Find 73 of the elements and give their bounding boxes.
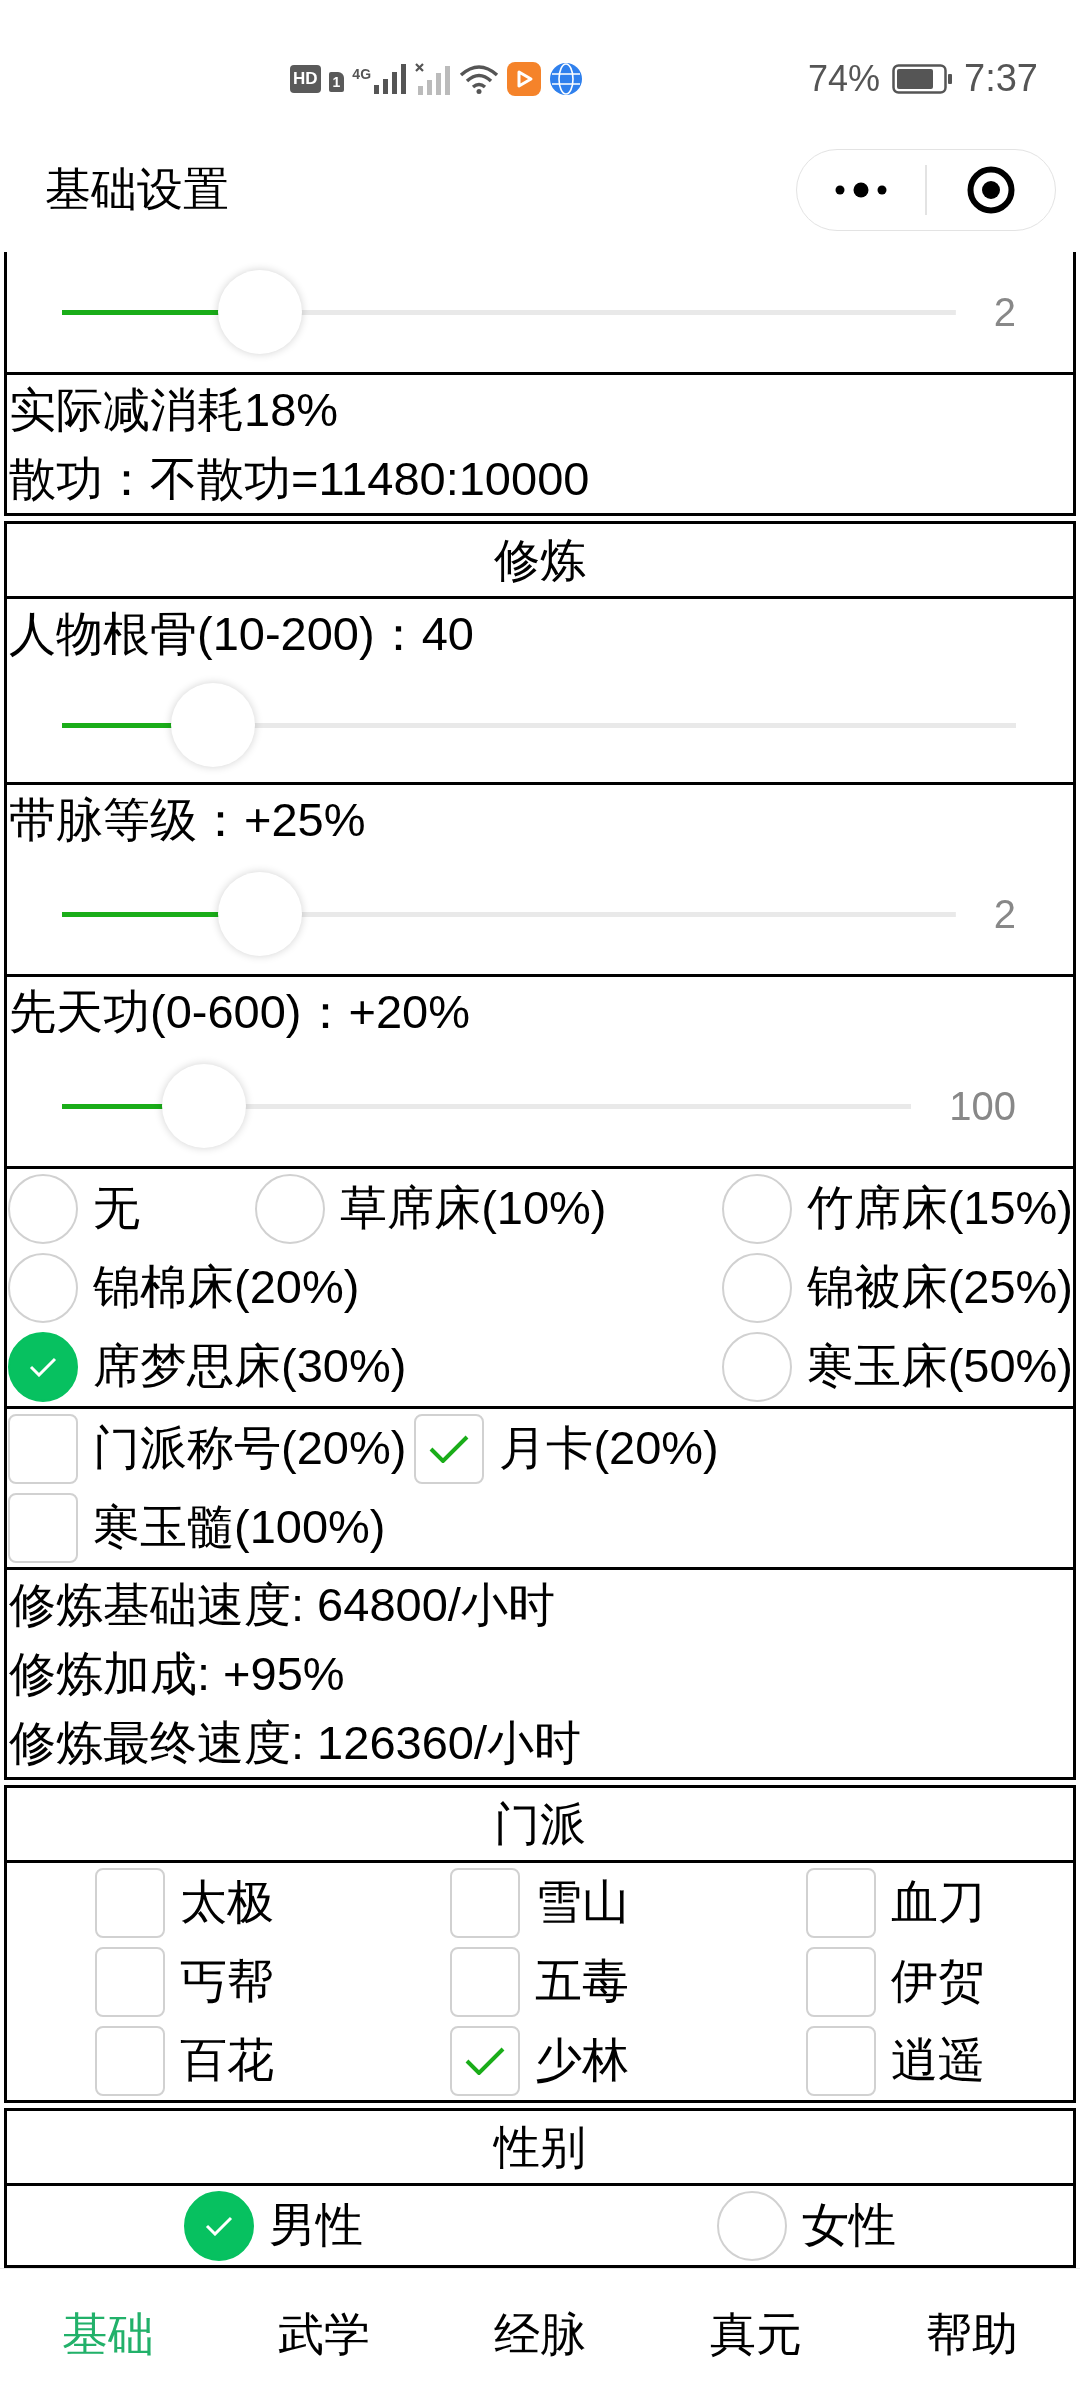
signal-icon: [373, 63, 408, 94]
checkbox[interactable]: [450, 2025, 521, 2096]
info-line: 散功：不散功=11480:10000: [8, 451, 591, 507]
slider-label: 人物根骨(10-200)：40: [8, 606, 475, 662]
checkbox[interactable]: [8, 1492, 78, 1563]
checkbox[interactable]: [805, 1946, 876, 2017]
check-icon: [205, 2215, 233, 2236]
checkbox[interactable]: [414, 1413, 485, 1484]
checkbox[interactable]: [450, 1946, 521, 2017]
option-label: 竹席床(15%): [806, 1180, 1073, 1236]
slider-value: 100: [949, 1083, 1016, 1130]
option-label: 逍遥: [890, 2032, 985, 2088]
option-label: 血刀: [890, 1874, 985, 1930]
slider-thumb[interactable]: [170, 683, 255, 767]
network-type-label: 4G: [352, 65, 372, 82]
option-label: 丐帮: [180, 1953, 275, 2009]
wifi-icon: [459, 63, 500, 94]
option-label: 五毒: [535, 1953, 630, 2009]
info-line: 修炼基础速度: 64800/小时: [8, 1577, 556, 1633]
checkbox[interactable]: [450, 1867, 521, 1938]
sim-badge: 1: [328, 71, 345, 92]
slider-thumb[interactable]: [218, 270, 303, 354]
section-title: 修炼: [493, 533, 587, 588]
page-title: 基础设置: [45, 161, 229, 217]
option-label: 锦棉床(20%): [93, 1259, 360, 1315]
tab[interactable]: 经脉: [484, 2297, 596, 2372]
slider-value: 2: [993, 289, 1016, 336]
play-app-icon: [507, 61, 542, 96]
close-icon[interactable]: [966, 165, 1015, 214]
clock-time: 7:37: [964, 57, 1038, 100]
option-label: 寒玉床(50%): [806, 1338, 1073, 1394]
battery-percent: 74%: [807, 57, 881, 100]
tab[interactable]: 武学: [268, 2297, 380, 2372]
option-label: 锦被床(25%): [806, 1259, 1073, 1315]
slider-label: 先天功(0-600)：+20%: [8, 984, 472, 1040]
option-label: 席梦思床(30%): [93, 1338, 407, 1394]
slider-thumb[interactable]: [161, 1064, 246, 1148]
checkbox[interactable]: [8, 1413, 78, 1484]
option-label: 草席床(10%): [340, 1180, 607, 1236]
option-label: 雪山: [535, 1874, 630, 1930]
option-label: 男性: [269, 2197, 363, 2253]
option-label: 无: [93, 1180, 140, 1236]
section-title: 门派: [493, 1797, 587, 1852]
option-label: 门派称号(20%): [93, 1420, 407, 1476]
checkbox[interactable]: [95, 1867, 166, 1938]
slider-label: 带脉等级：+25%: [8, 792, 367, 848]
checkbox[interactable]: [805, 1867, 876, 1938]
option-label: 女性: [802, 2197, 896, 2253]
slider-value: 2: [993, 891, 1016, 938]
globe-icon: [549, 61, 584, 96]
info-line: 修炼最终速度: 126360/小时: [8, 1715, 582, 1771]
checkbox[interactable]: [95, 2025, 166, 2096]
section-title: 性别: [492, 2120, 587, 2175]
option-label: 太极: [180, 1874, 275, 1930]
slider-thumb[interactable]: [218, 872, 303, 956]
option-label: 寒玉髓(100%): [93, 1499, 386, 1555]
checkbox[interactable]: [805, 2025, 876, 2096]
check-icon: [465, 2046, 506, 2075]
option-label: 百花: [180, 2032, 275, 2088]
check-icon: [429, 1434, 470, 1463]
option-label: 伊贺: [890, 1953, 985, 2009]
check-icon: [29, 1356, 57, 1377]
option-label: 少林: [535, 2032, 630, 2088]
battery-icon: [892, 63, 953, 94]
option-label: 月卡(20%): [499, 1420, 719, 1476]
info-line: 实际减消耗18%: [8, 382, 340, 438]
info-line: 修炼加成: +95%: [8, 1646, 346, 1702]
hd-badge: HD: [290, 64, 321, 93]
checkbox[interactable]: [95, 1946, 166, 2017]
tab[interactable]: 帮助: [916, 2297, 1028, 2372]
more-icon[interactable]: [835, 181, 888, 198]
no-signal-icon: [415, 62, 452, 95]
tab[interactable]: 真元: [700, 2297, 812, 2372]
